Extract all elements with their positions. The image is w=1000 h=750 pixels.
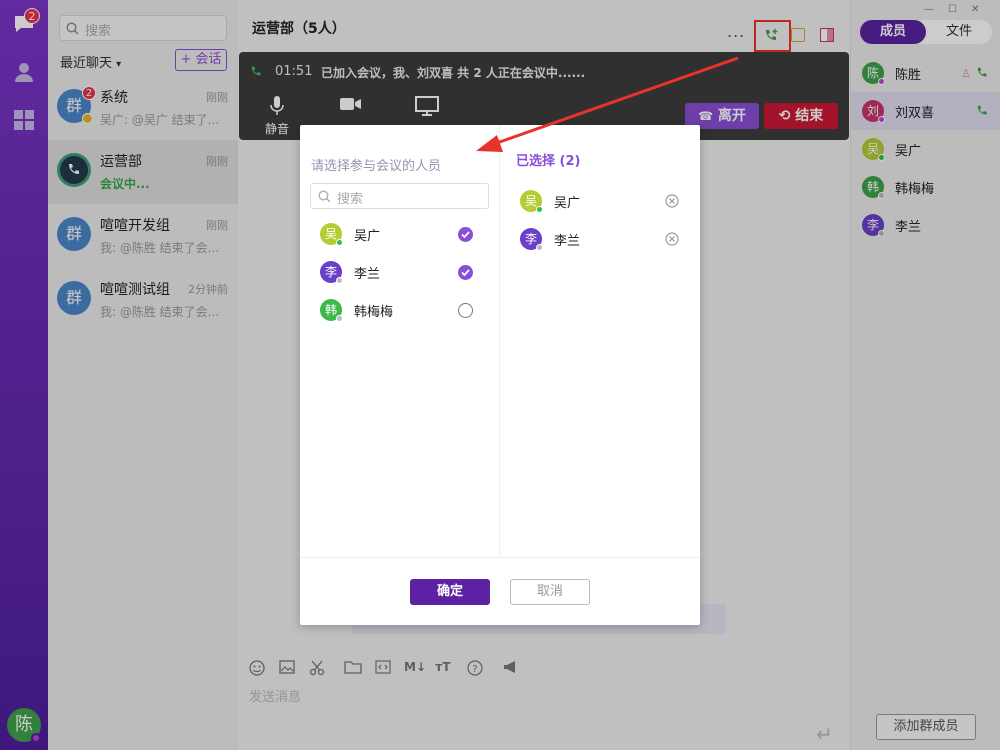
status-dot bbox=[336, 315, 343, 322]
candidate-row[interactable]: 吴 吴广 bbox=[300, 215, 499, 253]
selected-name: 李兰 bbox=[554, 234, 581, 249]
checkbox-unchecked[interactable] bbox=[458, 303, 473, 318]
check-icon bbox=[461, 269, 470, 277]
candidate-row[interactable]: 李 李兰 bbox=[300, 253, 499, 291]
candidate-name: 韩梅梅 bbox=[354, 305, 394, 320]
checkbox-checked[interactable] bbox=[458, 265, 473, 280]
confirm-button[interactable]: 确定 bbox=[410, 579, 490, 605]
search-placeholder: 搜索 bbox=[337, 192, 364, 207]
status-dot bbox=[536, 206, 543, 213]
checkbox-checked[interactable] bbox=[458, 227, 473, 242]
check-icon bbox=[461, 231, 470, 239]
status-dot bbox=[336, 239, 343, 246]
remove-icon[interactable] bbox=[665, 232, 679, 246]
search-icon bbox=[318, 190, 331, 203]
selected-name: 吴广 bbox=[554, 196, 581, 211]
selected-row: 吴 吴广 bbox=[500, 182, 700, 220]
status-dot bbox=[536, 244, 543, 251]
cancel-button[interactable]: 取消 bbox=[510, 579, 590, 605]
dialog-left-title: 请选择参与会议的人员 bbox=[311, 159, 442, 174]
status-dot bbox=[336, 277, 343, 284]
candidate-name: 李兰 bbox=[354, 267, 381, 282]
selected-title: 已选择 (2) bbox=[516, 154, 581, 169]
remove-icon[interactable] bbox=[665, 194, 679, 208]
selected-row: 李 李兰 bbox=[500, 220, 700, 258]
candidate-name: 吴广 bbox=[354, 229, 381, 244]
select-participants-dialog: 请选择参与会议的人员 搜索 吴 吴广 李 李兰 韩 韩梅梅 已选择 (2) 吴 … bbox=[300, 125, 700, 625]
divider bbox=[300, 557, 700, 558]
candidate-row[interactable]: 韩 韩梅梅 bbox=[300, 291, 499, 329]
participant-search-input[interactable]: 搜索 bbox=[310, 183, 489, 209]
